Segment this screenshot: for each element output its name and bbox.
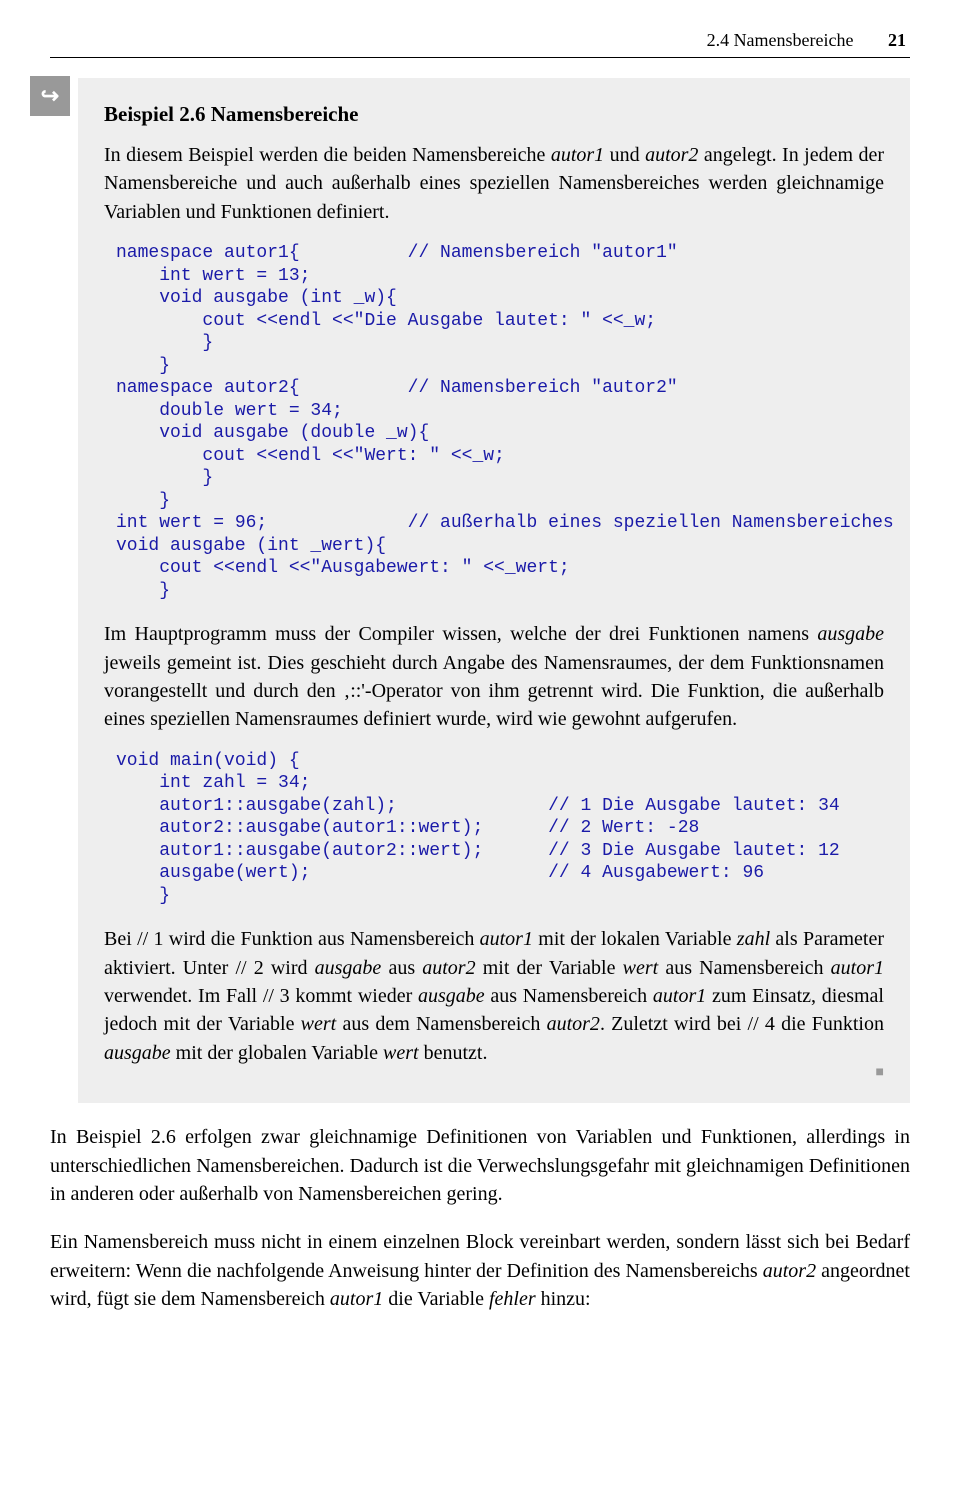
- body-paragraph-2: Ein Namensbereich muss nicht in einem ei…: [50, 1228, 910, 1313]
- body-paragraph-1: In Beispiel 2.6 erfolgen zwar gleichnami…: [50, 1123, 910, 1208]
- header-rule: [50, 57, 910, 58]
- end-mark: ■: [104, 1065, 884, 1081]
- page-header: 2.4 Namensbereiche 21: [50, 30, 910, 51]
- page-number: 21: [888, 30, 906, 50]
- example-box: ↪ Beispiel 2.6 Namensbereiche In diesem …: [78, 78, 910, 1103]
- example-intro: In diesem Beispiel werden die beiden Nam…: [104, 141, 884, 226]
- example-icon: ↪: [30, 76, 70, 116]
- section-label: 2.4 Namensbereiche: [707, 30, 854, 50]
- example-title: Beispiel 2.6 Namensbereiche: [104, 102, 884, 127]
- code-block-2: void main(void) { int zahl = 34; autor1:…: [116, 750, 884, 908]
- code-block-1: namespace autor1{ // Namensbereich "auto…: [116, 242, 884, 602]
- example-mid: Im Hauptprogramm muss der Compiler wisse…: [104, 620, 884, 734]
- arrow-icon: ↪: [41, 83, 59, 109]
- example-outro: Bei // 1 wird die Funktion aus Namensber…: [104, 925, 884, 1067]
